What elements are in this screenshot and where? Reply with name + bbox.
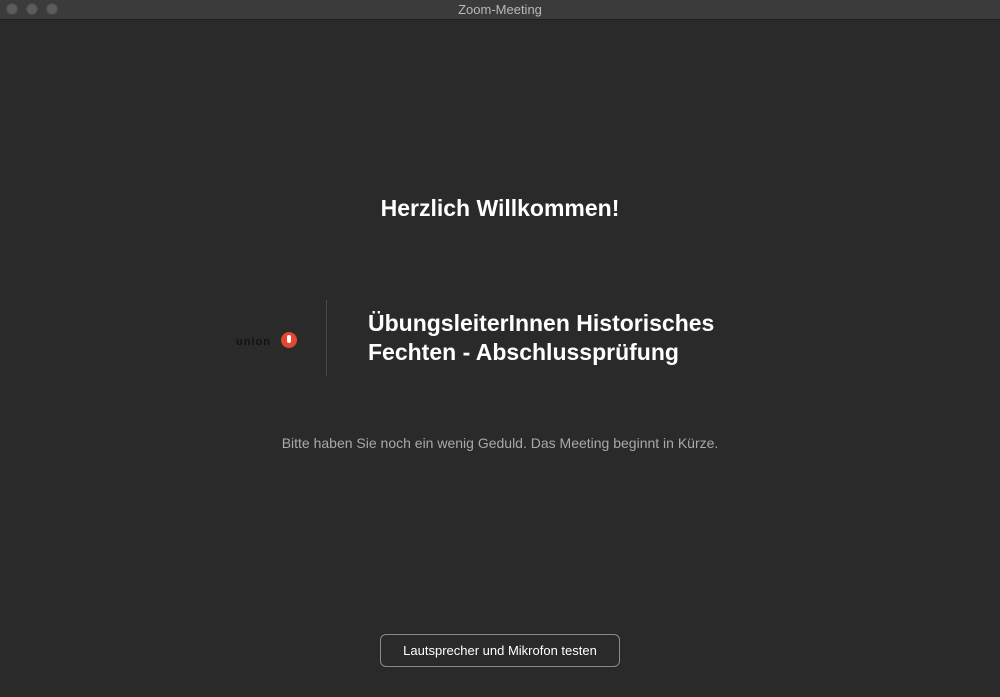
title-bar: Zoom-Meeting <box>0 0 1000 20</box>
meeting-info: union ÜbungsleiterInnen Historisches Fec… <box>226 300 786 376</box>
test-speaker-microphone-button[interactable]: Lautsprecher und Mikrofon testen <box>380 634 620 667</box>
waiting-message: Bitte haben Sie noch ein wenig Geduld. D… <box>281 435 719 451</box>
logo-wordmark: union <box>236 336 271 348</box>
zoom-window: Zoom-Meeting Herzlich Willkommen! union … <box>0 0 1000 697</box>
welcome-heading: Herzlich Willkommen! <box>380 195 620 221</box>
window-title: Zoom-Meeting <box>458 2 542 17</box>
logo-divider <box>326 300 327 376</box>
meeting-title: ÜbungsleiterInnen Historisches Fechten -… <box>368 310 715 365</box>
logo-mark-icon <box>281 332 297 348</box>
organization-logo: union <box>236 328 297 352</box>
